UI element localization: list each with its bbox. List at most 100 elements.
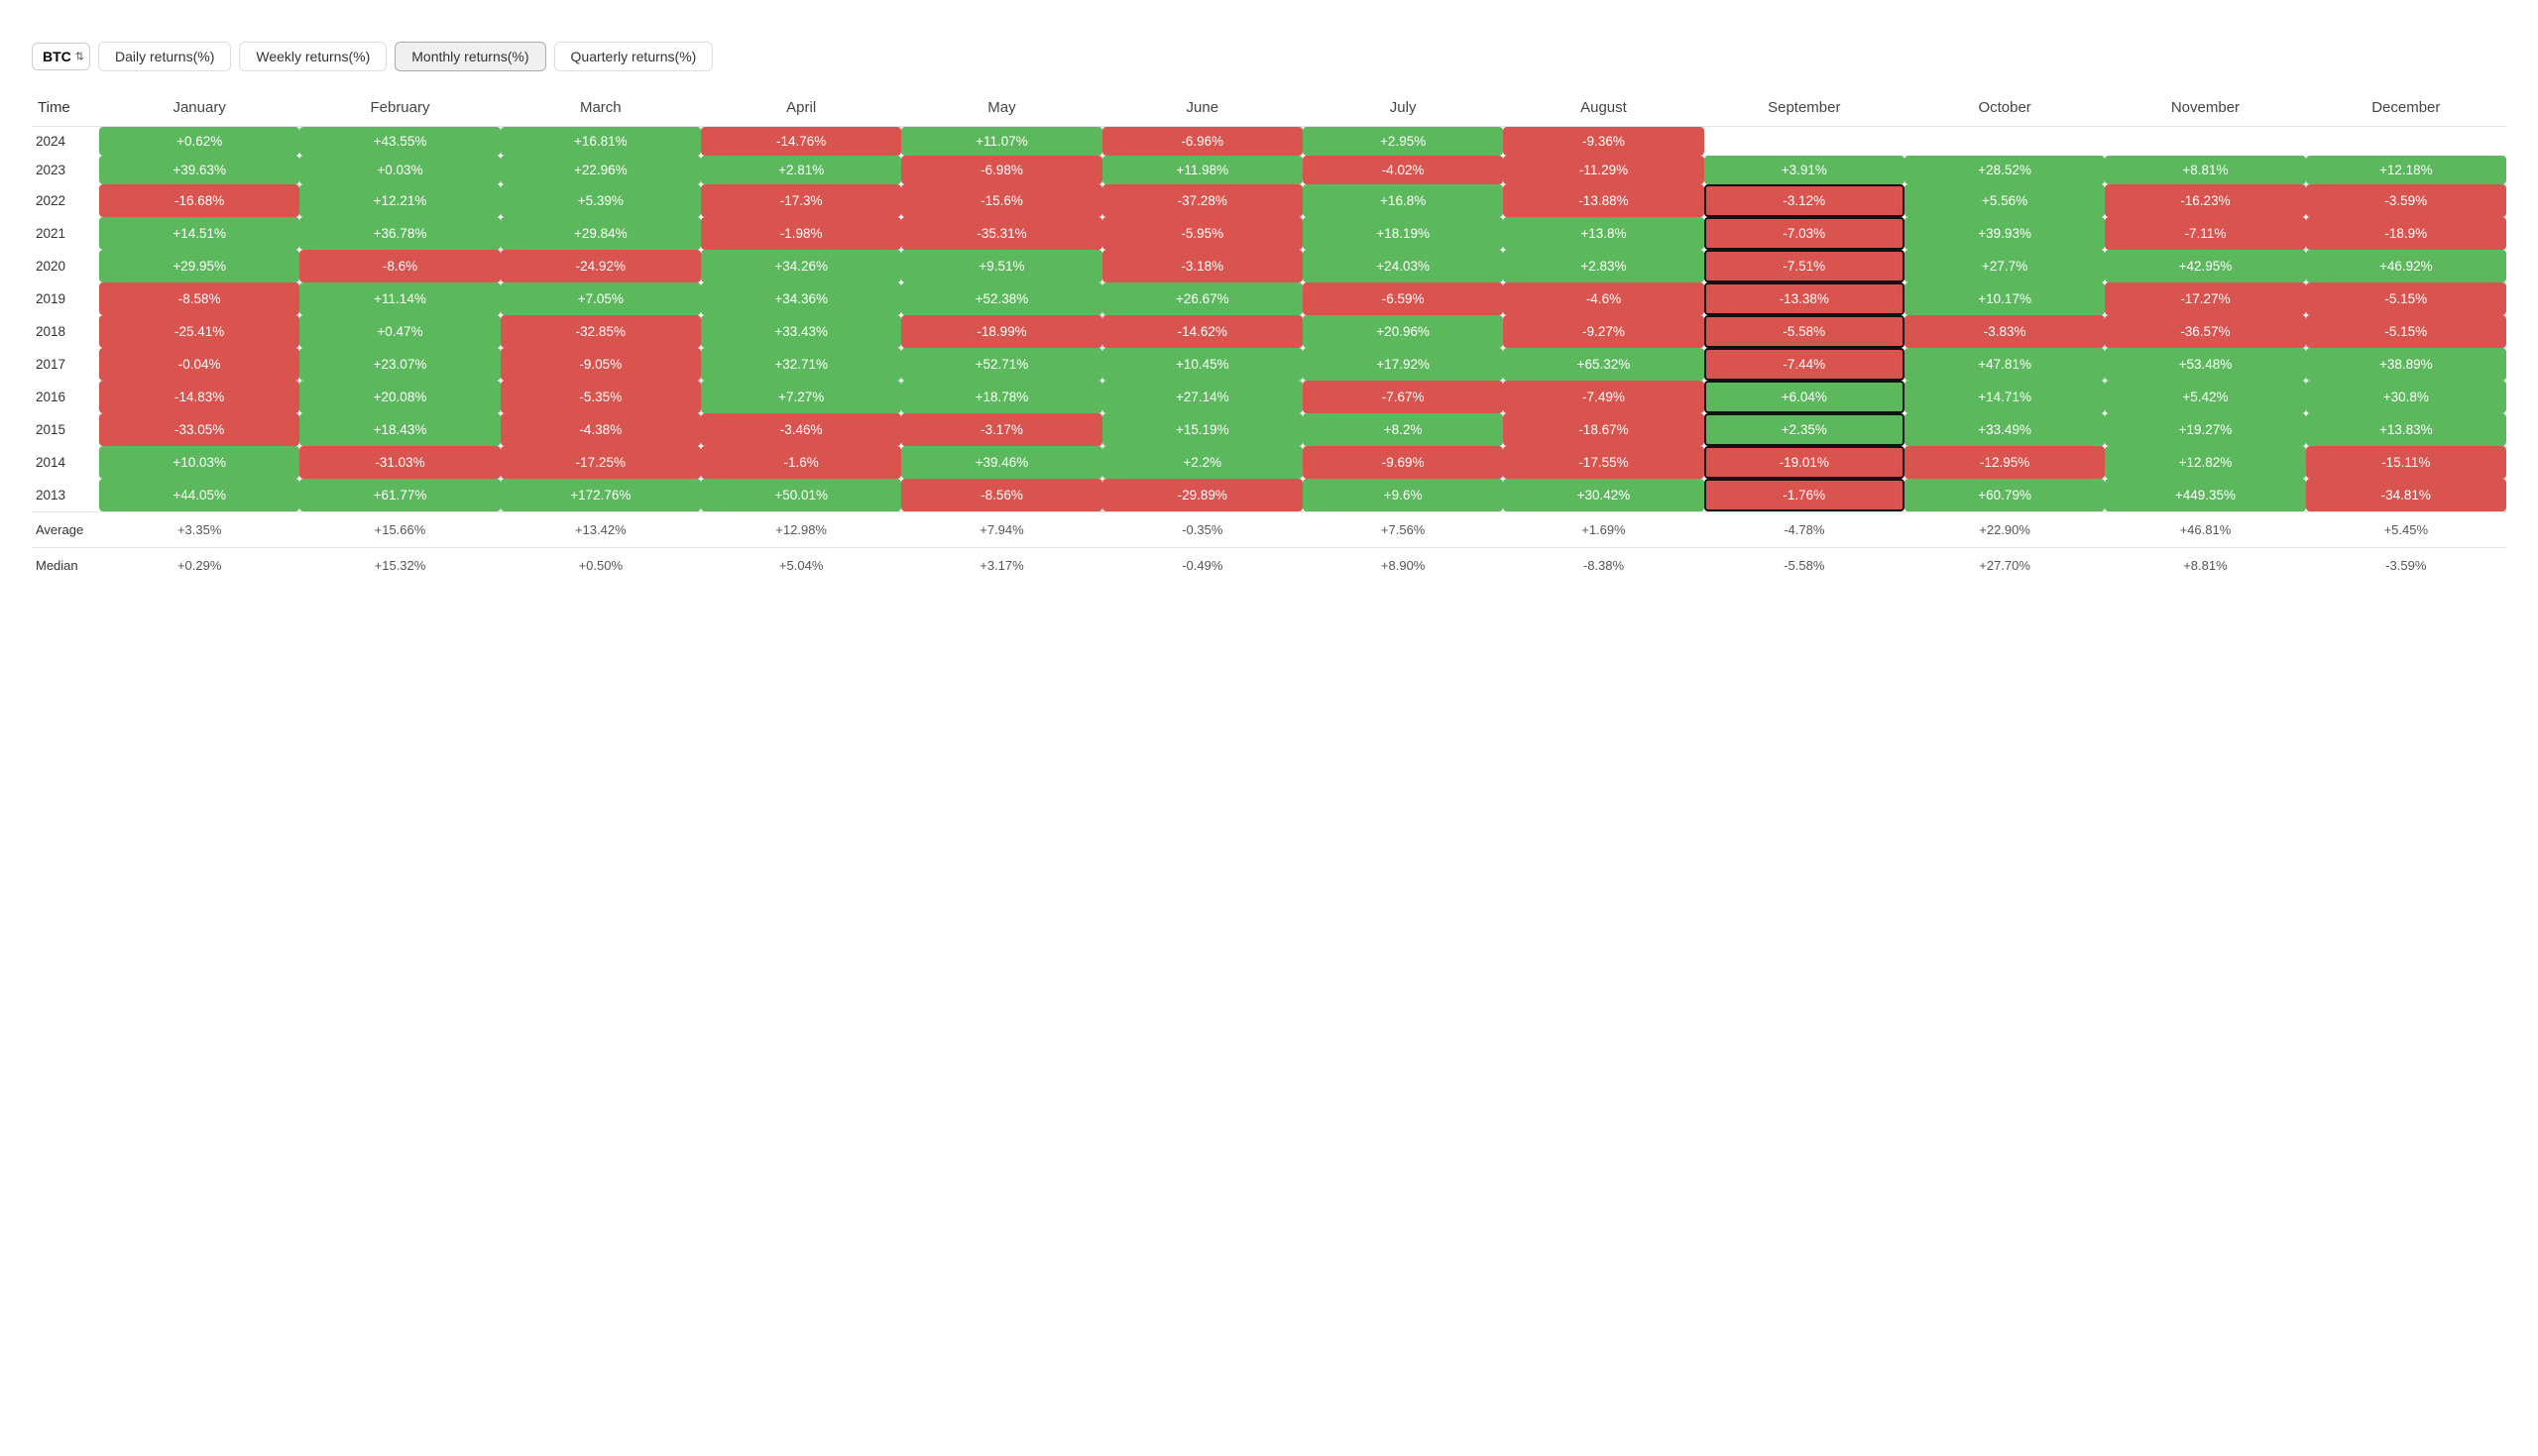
data-cell: [1704, 127, 1904, 156]
data-cell: +61.77%: [299, 479, 500, 511]
asset-select[interactable]: BTC: [32, 43, 90, 70]
summary-cell: +0.50%: [501, 547, 701, 583]
data-cell: +33.49%: [1904, 413, 2105, 446]
col-header-march: March: [501, 89, 701, 127]
data-cell: +46.92%: [2306, 250, 2506, 282]
data-cell: +60.79%: [1904, 479, 2105, 511]
data-cell: +39.93%: [1904, 217, 2105, 250]
year-cell: 2023: [32, 156, 99, 184]
data-cell: +43.55%: [299, 127, 500, 156]
data-cell: -16.68%: [99, 184, 299, 217]
summary-cell: -5.58%: [1704, 547, 1904, 583]
data-cell: -13.38%: [1704, 282, 1904, 315]
tab-monthly[interactable]: Monthly returns(%): [395, 42, 545, 71]
data-cell: +50.01%: [701, 479, 901, 511]
data-cell: -3.83%: [1904, 315, 2105, 348]
data-cell: -3.12%: [1704, 184, 1904, 217]
data-cell: -6.98%: [901, 156, 1101, 184]
data-cell: +2.81%: [701, 156, 901, 184]
data-cell: +30.8%: [2306, 381, 2506, 413]
summary-cell: +0.29%: [99, 547, 299, 583]
summary-cell: +13.42%: [501, 511, 701, 547]
summary-row: Median+0.29%+15.32%+0.50%+5.04%+3.17%-0.…: [32, 547, 2506, 583]
data-cell: +3.91%: [1704, 156, 1904, 184]
summary-label: Median: [32, 547, 99, 583]
data-cell: +0.47%: [299, 315, 500, 348]
data-cell: -29.89%: [1102, 479, 1303, 511]
summary-cell: -0.49%: [1102, 547, 1303, 583]
data-cell: -5.58%: [1704, 315, 1904, 348]
data-cell: -11.29%: [1503, 156, 1703, 184]
table-row: 2022-16.68%+12.21%+5.39%-17.3%-15.6%-37.…: [32, 184, 2506, 217]
summary-cell: +8.81%: [2105, 547, 2305, 583]
data-cell: +26.67%: [1102, 282, 1303, 315]
data-cell: +7.27%: [701, 381, 901, 413]
data-cell: -3.17%: [901, 413, 1101, 446]
data-cell: -7.11%: [2105, 217, 2305, 250]
data-cell: -5.95%: [1102, 217, 1303, 250]
table-row: 2015-33.05%+18.43%-4.38%-3.46%-3.17%+15.…: [32, 413, 2506, 446]
data-cell: -33.05%: [99, 413, 299, 446]
data-cell: +36.78%: [299, 217, 500, 250]
data-cell: +13.83%: [2306, 413, 2506, 446]
data-cell: +18.43%: [299, 413, 500, 446]
data-cell: -3.18%: [1102, 250, 1303, 282]
summary-row: Average+3.35%+15.66%+13.42%+12.98%+7.94%…: [32, 511, 2506, 547]
data-cell: -8.6%: [299, 250, 500, 282]
table-row: 2019-8.58%+11.14%+7.05%+34.36%+52.38%+26…: [32, 282, 2506, 315]
data-cell: +52.71%: [901, 348, 1101, 381]
data-cell: +34.26%: [701, 250, 901, 282]
data-cell: +17.92%: [1303, 348, 1503, 381]
data-cell: +53.48%: [2105, 348, 2305, 381]
data-cell: +10.03%: [99, 446, 299, 479]
table-row: 2024+0.62%+43.55%+16.81%-14.76%+11.07%-6…: [32, 127, 2506, 156]
summary-cell: +3.17%: [901, 547, 1101, 583]
summary-cell: +12.98%: [701, 511, 901, 547]
data-cell: +29.84%: [501, 217, 701, 250]
year-cell: 2024: [32, 127, 99, 156]
table-row: 2017-0.04%+23.07%-9.05%+32.71%+52.71%+10…: [32, 348, 2506, 381]
table-row: 2020+29.95%-8.6%-24.92%+34.26%+9.51%-3.1…: [32, 250, 2506, 282]
tab-weekly[interactable]: Weekly returns(%): [239, 42, 387, 71]
data-cell: +9.51%: [901, 250, 1101, 282]
col-header-april: April: [701, 89, 901, 127]
data-cell: -15.6%: [901, 184, 1101, 217]
col-header-january: January: [99, 89, 299, 127]
data-cell: -7.51%: [1704, 250, 1904, 282]
data-cell: +34.36%: [701, 282, 901, 315]
data-cell: +39.63%: [99, 156, 299, 184]
data-cell: +27.7%: [1904, 250, 2105, 282]
data-cell: -7.49%: [1503, 381, 1703, 413]
data-cell: +14.51%: [99, 217, 299, 250]
data-cell: -17.55%: [1503, 446, 1703, 479]
controls-bar: BTC Daily returns(%) Weekly returns(%) M…: [32, 42, 2506, 71]
data-cell: +9.6%: [1303, 479, 1503, 511]
data-cell: -14.76%: [701, 127, 901, 156]
col-header-time: Time: [32, 89, 99, 127]
data-cell: +44.05%: [99, 479, 299, 511]
data-cell: +5.56%: [1904, 184, 2105, 217]
data-cell: +27.14%: [1102, 381, 1303, 413]
summary-cell: +22.90%: [1904, 511, 2105, 547]
data-cell: +14.71%: [1904, 381, 2105, 413]
data-cell: -9.05%: [501, 348, 701, 381]
data-cell: -16.23%: [2105, 184, 2305, 217]
col-header-july: July: [1303, 89, 1503, 127]
data-cell: -18.67%: [1503, 413, 1703, 446]
col-header-november: November: [2105, 89, 2305, 127]
data-cell: -9.69%: [1303, 446, 1503, 479]
data-cell: -35.31%: [901, 217, 1101, 250]
tab-daily[interactable]: Daily returns(%): [98, 42, 231, 71]
summary-cell: +1.69%: [1503, 511, 1703, 547]
summary-cell: +5.04%: [701, 547, 901, 583]
year-cell: 2019: [32, 282, 99, 315]
summary-cell: +3.35%: [99, 511, 299, 547]
data-cell: -7.44%: [1704, 348, 1904, 381]
data-cell: +172.76%: [501, 479, 701, 511]
summary-cell: +8.90%: [1303, 547, 1503, 583]
col-header-august: August: [1503, 89, 1703, 127]
tab-quarterly[interactable]: Quarterly returns(%): [554, 42, 714, 71]
data-cell: -0.04%: [99, 348, 299, 381]
data-cell: +0.03%: [299, 156, 500, 184]
data-cell: +10.45%: [1102, 348, 1303, 381]
